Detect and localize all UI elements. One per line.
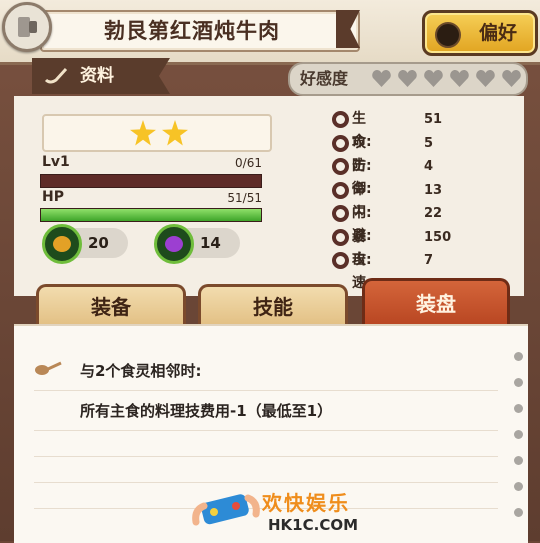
hp-bar xyxy=(40,208,262,222)
game-controller-icon xyxy=(192,494,260,526)
note-line-1: 与2个食灵相邻时: xyxy=(80,362,202,380)
affinity-heart-icon xyxy=(370,68,393,89)
hp-label: HP xyxy=(42,189,64,205)
bowl-icon xyxy=(42,224,82,264)
spoon-icon xyxy=(35,361,62,375)
stat-value: 5 xyxy=(424,135,434,151)
stat-value: 51 xyxy=(424,112,443,127)
stat-value: 4 xyxy=(424,159,434,174)
hp-value: 51/51 xyxy=(227,191,262,205)
affinity-heart-icon xyxy=(422,68,445,89)
exp-bar xyxy=(40,174,262,188)
note-line-2: 所有主食的料理技费用-1（最低至1） xyxy=(80,402,333,420)
stat-value: 7 xyxy=(424,253,434,268)
stat-icon xyxy=(332,252,349,269)
preference-label: 偏好 xyxy=(478,22,517,44)
resource-pill-1: 20 xyxy=(42,224,128,264)
affinity-heart-icon xyxy=(500,68,523,89)
stat-icon xyxy=(332,134,349,152)
preference-button[interactable]: 偏好 xyxy=(422,10,538,56)
watermark-url: HK1C.COM xyxy=(268,516,359,534)
stat-value: 150 xyxy=(424,229,452,245)
pipe-icon xyxy=(44,67,68,84)
gem-icon xyxy=(154,224,194,264)
dish-name-ribbon: 勃艮第红酒炖牛肉 xyxy=(40,10,360,52)
star-icon xyxy=(162,120,188,146)
affinity-heart-icon xyxy=(396,68,419,89)
title-bar: 勃艮第红酒炖牛肉 偏好 xyxy=(0,0,540,65)
level-value: 0/61 xyxy=(235,156,262,170)
stat-icon xyxy=(332,111,349,128)
stat-value: 13 xyxy=(424,182,443,198)
stat-icon xyxy=(332,181,349,199)
star-icon xyxy=(130,120,156,146)
stat-value: 22 xyxy=(424,206,443,221)
level-label: Lv1 xyxy=(42,154,70,170)
watermark-title: 欢快娱乐 xyxy=(262,491,350,515)
affinity-heart-icon xyxy=(474,68,497,89)
star-rating xyxy=(42,114,272,152)
info-panel: Lv1 0/61 HP 51/51 20 14 生命: 51 攻击: 5 防御: 4 命中:… xyxy=(14,96,524,296)
stat-icon xyxy=(332,205,349,222)
affinity-label: 好感度 xyxy=(300,69,349,88)
affinity-meter: 好感度 xyxy=(288,62,528,96)
preference-dot-icon xyxy=(435,22,461,48)
dish-name: 勃艮第红酒炖牛肉 xyxy=(104,19,280,43)
profile-section-label: 资料 xyxy=(32,58,170,94)
stat-icon xyxy=(332,228,349,246)
affinity-heart-icon xyxy=(448,68,471,89)
stat-icon xyxy=(332,158,349,175)
resource-pill-2: 14 xyxy=(154,224,240,264)
back-knife-icon[interactable] xyxy=(2,2,52,52)
